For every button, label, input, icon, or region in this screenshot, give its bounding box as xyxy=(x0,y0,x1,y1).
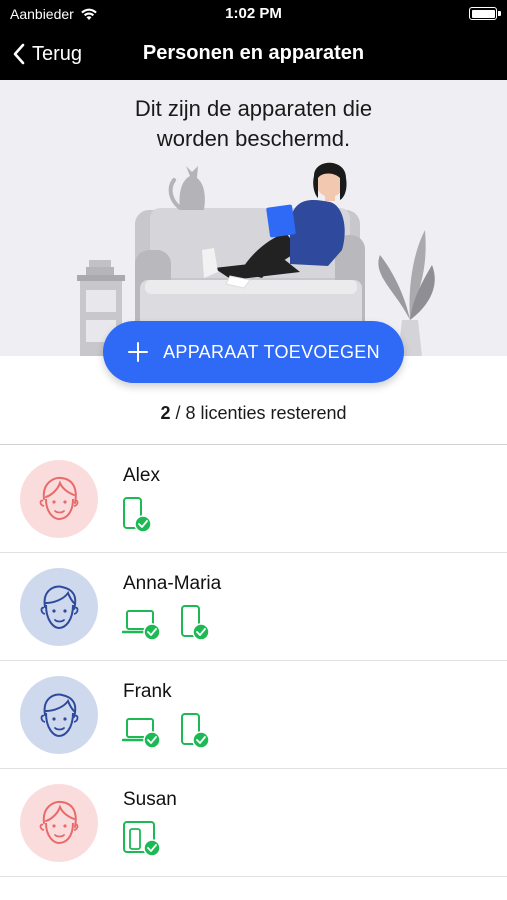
device-item[interactable] xyxy=(180,605,210,646)
person-name: Anna-Maria xyxy=(123,573,222,594)
person-name: Alex xyxy=(123,465,160,486)
license-rest: / 8 licenties resterend xyxy=(170,403,347,423)
hero-section: Dit zijn de apparaten die worden bescher… xyxy=(0,80,507,356)
phone-icon xyxy=(123,497,152,533)
avatar xyxy=(20,460,98,538)
tablet-icon xyxy=(123,821,161,857)
status-time: 1:02 PM xyxy=(225,5,282,22)
person-row[interactable]: Susan xyxy=(0,769,507,877)
hero-text-line2: worden beschermd. xyxy=(156,126,351,151)
phone-icon xyxy=(181,713,210,749)
battery-level xyxy=(471,9,495,18)
laptop-icon xyxy=(121,610,161,641)
device-item[interactable] xyxy=(121,605,162,646)
person-row[interactable]: Frank xyxy=(0,661,507,769)
avatar xyxy=(20,784,98,862)
license-count: 2 xyxy=(160,403,171,423)
navigation-bar: Terug Personen en apparaten xyxy=(0,28,507,80)
male-face-icon xyxy=(40,585,79,630)
hero-text-line1: Dit zijn de apparaten die xyxy=(134,96,373,121)
device-list xyxy=(121,605,210,646)
device-item[interactable] xyxy=(180,713,210,754)
person-row[interactable]: Alex xyxy=(0,445,507,553)
avatar xyxy=(20,568,98,646)
person-name: Frank xyxy=(123,681,172,702)
plus-icon xyxy=(128,342,149,362)
person-name: Susan xyxy=(123,789,177,810)
person-row[interactable]: Anna-Maria xyxy=(0,553,507,661)
status-bar: Aanbieder 1:02 PM xyxy=(0,0,507,28)
male-face-icon xyxy=(40,693,79,738)
device-item[interactable] xyxy=(121,713,162,754)
license-summary: 2 / 8 licenties resterend xyxy=(0,403,507,424)
device-list xyxy=(121,713,210,754)
laptop-icon xyxy=(121,718,161,749)
person-list: Alex Anna-Maria Frank Susan xyxy=(0,445,507,877)
female-face-icon xyxy=(39,800,79,845)
device-item[interactable] xyxy=(122,821,162,862)
device-list xyxy=(122,497,152,538)
add-device-button[interactable]: APPARAAT TOEVOEGEN xyxy=(103,321,404,383)
device-item[interactable] xyxy=(122,497,152,538)
phone-icon xyxy=(181,605,210,641)
battery-icon xyxy=(469,7,501,20)
hero-text: Dit zijn de apparaten die worden bescher… xyxy=(0,94,507,154)
avatar xyxy=(20,676,98,754)
page-title: Personen en apparaten xyxy=(142,42,365,64)
add-device-label: APPARAAT TOEVOEGEN xyxy=(163,341,380,362)
female-face-icon xyxy=(39,476,79,521)
device-list xyxy=(122,821,162,862)
